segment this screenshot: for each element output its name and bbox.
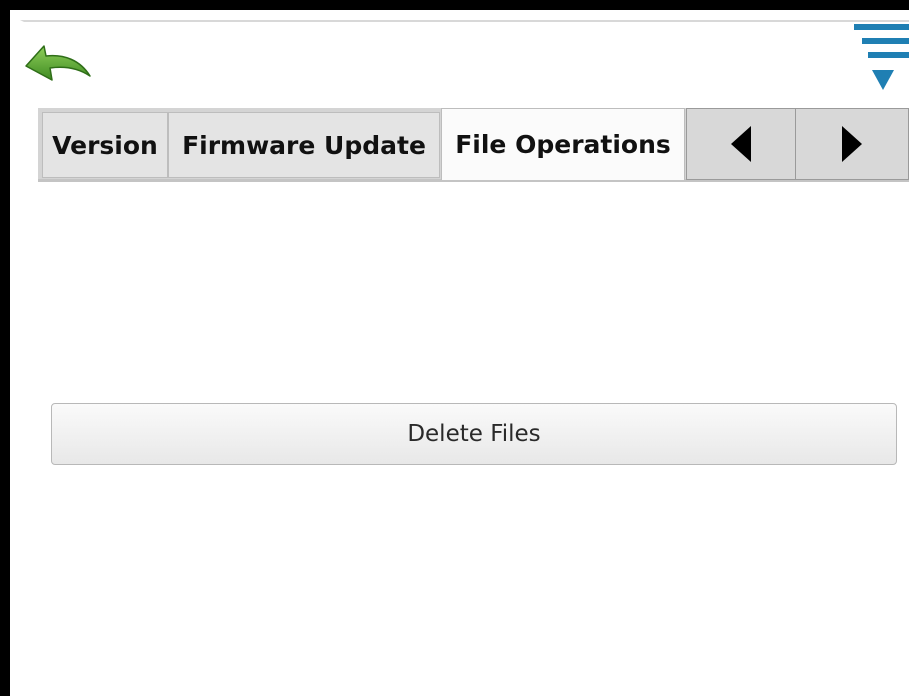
menu-button[interactable]: [854, 22, 909, 94]
back-button[interactable]: [24, 36, 94, 82]
tab-scroll-left-button[interactable]: [686, 108, 796, 180]
tab-version[interactable]: Version: [42, 112, 168, 178]
tab-scroll-right-button[interactable]: [795, 108, 909, 180]
tab-bar: Version Firmware Update File Operations: [38, 108, 909, 182]
tab-file-operations[interactable]: File Operations: [441, 108, 685, 180]
triangle-right-icon: [842, 126, 862, 162]
back-arrow-icon: [25, 45, 91, 81]
triangle-left-icon: [731, 126, 751, 162]
screen-frame: [0, 0, 909, 696]
tab-firmware-update[interactable]: Firmware Update: [168, 112, 440, 178]
delete-files-button[interactable]: Delete Files: [51, 403, 897, 465]
menu-lines-triangle-icon: [854, 24, 909, 90]
